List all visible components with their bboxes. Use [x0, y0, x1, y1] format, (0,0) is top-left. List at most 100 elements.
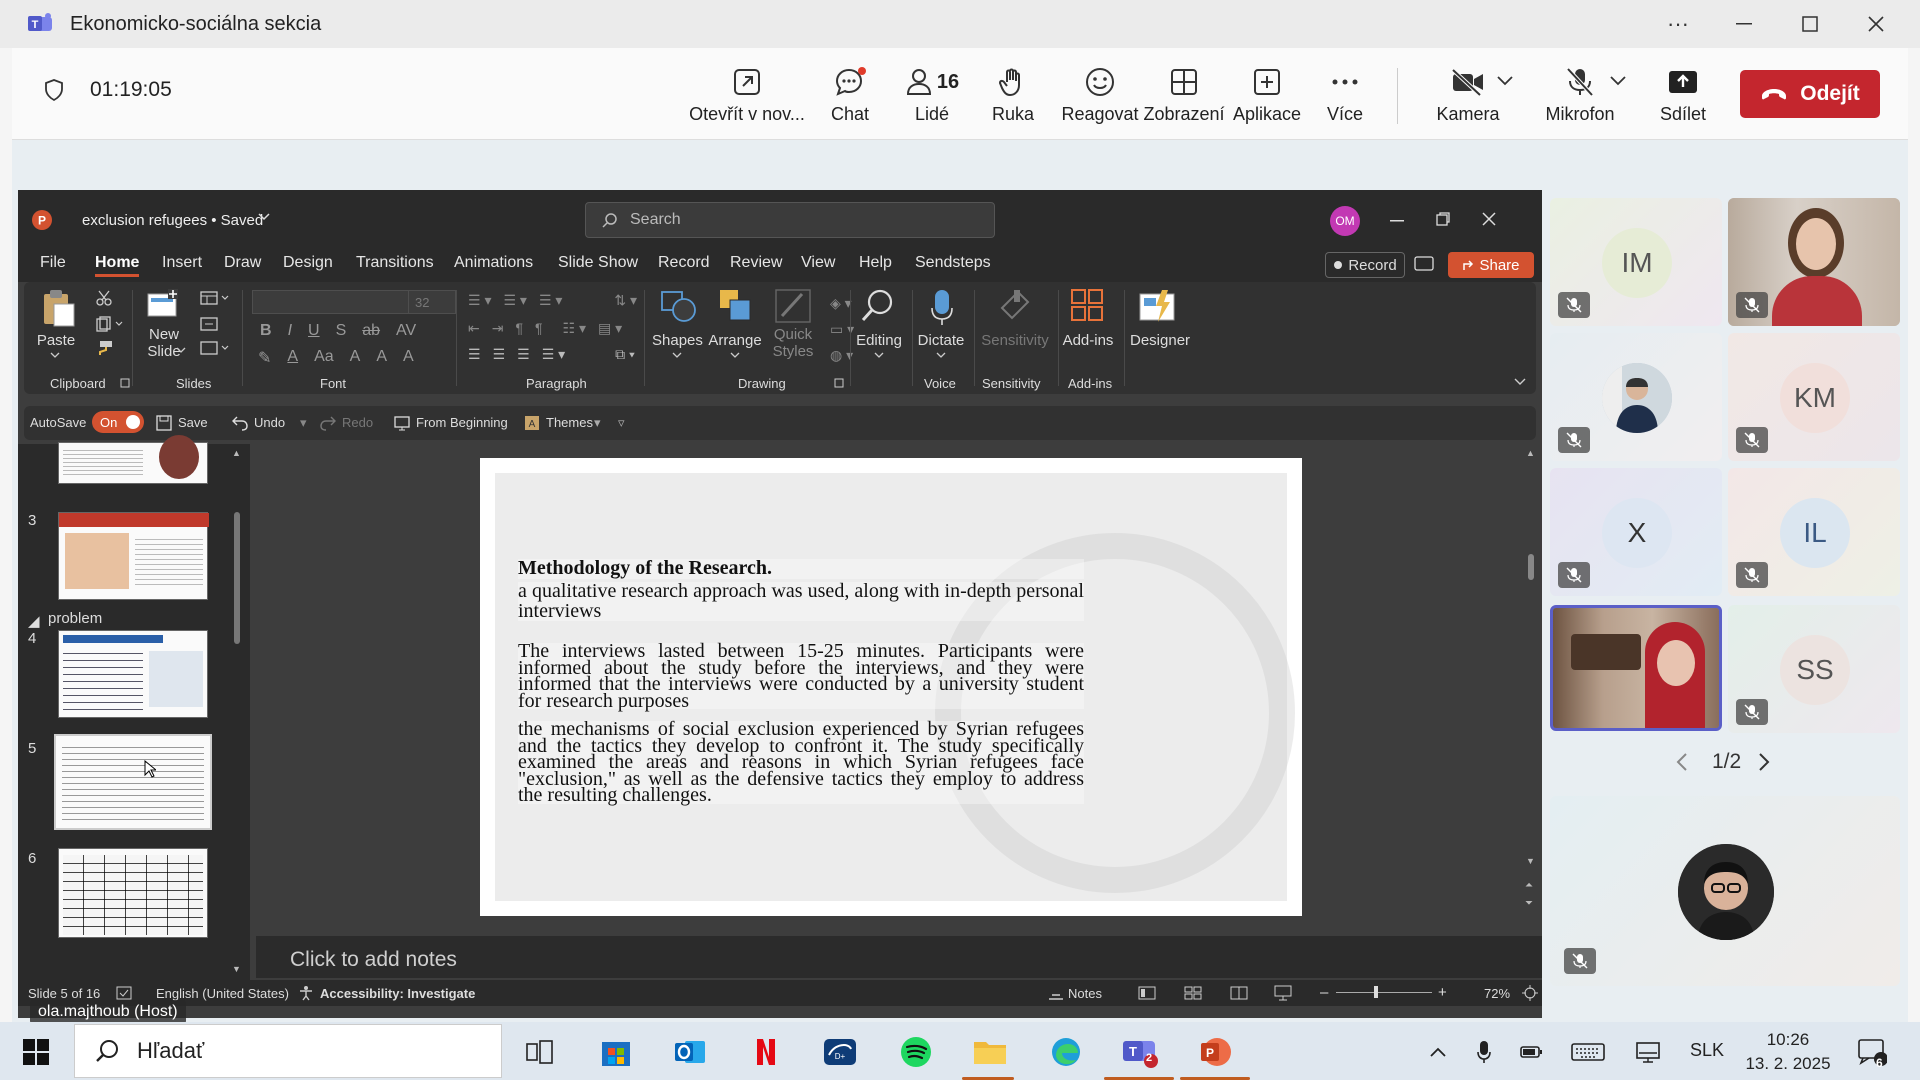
menu-view[interactable]: View [801, 254, 835, 272]
editor-scroll-down-icon[interactable]: ▼ [1526, 856, 1535, 866]
bullets-icon[interactable]: ☰ ▾ [468, 292, 491, 309]
drawing-launcher-icon[interactable] [834, 378, 844, 388]
teams-taskbar-icon[interactable]: T 2 [1120, 1032, 1160, 1072]
notes-toggle-label[interactable]: Notes [1068, 986, 1102, 1001]
menu-home[interactable]: Home [95, 254, 140, 277]
arrange-icon[interactable] [718, 288, 754, 324]
italic-icon[interactable]: I [288, 322, 292, 340]
network-icon[interactable] [1628, 1032, 1668, 1072]
netflix-icon[interactable] [746, 1032, 786, 1072]
editor-scroll-up-icon[interactable]: ▲ [1526, 448, 1535, 458]
camera-options-chevron-icon[interactable] [1496, 74, 1514, 86]
comments-icon[interactable] [1414, 256, 1434, 274]
save-icon[interactable] [156, 415, 172, 431]
decrease-indent-icon[interactable]: ⇤ [468, 320, 480, 337]
file-title[interactable]: exclusion refugees • Saved [82, 212, 263, 229]
from-beginning-icon[interactable] [394, 415, 410, 431]
reading-view-icon[interactable] [1230, 986, 1248, 1000]
justify-icon[interactable]: ☰ ▾ [542, 346, 565, 363]
editing-chevron-icon[interactable] [874, 352, 884, 359]
section-label[interactable]: problem [48, 610, 102, 627]
find-icon[interactable] [860, 288, 896, 324]
underline-icon[interactable]: U [308, 322, 320, 340]
share-button[interactable]: Sdílet [1646, 60, 1720, 132]
more-options-icon[interactable]: ··· [1648, 0, 1708, 48]
text-direction-icon[interactable]: ⇅ ▾ [614, 292, 637, 309]
microphone-button[interactable]: Mikrofon [1532, 60, 1628, 132]
ribbon-collapse-chevron-icon[interactable] [1514, 378, 1526, 386]
addins-icon[interactable] [1070, 288, 1104, 324]
ppt-share-button[interactable]: Share [1448, 252, 1534, 278]
menu-sendsteps[interactable]: Sendsteps [915, 254, 991, 272]
normal-view-icon[interactable] [1138, 986, 1156, 1000]
accessibility-status[interactable]: Accessibility: Investigate [320, 986, 475, 1001]
slide-thumbnail-6[interactable] [58, 848, 208, 938]
char-spacing-icon[interactable]: AV [396, 322, 416, 340]
menu-record[interactable]: Record [658, 254, 710, 272]
participant-tile-ss[interactable]: SS [1728, 605, 1900, 733]
spelling-check-icon[interactable] [116, 985, 132, 1001]
undo-chevron-icon[interactable]: ▾ [300, 415, 307, 431]
format-painter-icon[interactable] [96, 340, 114, 356]
menu-insert[interactable]: Insert [162, 254, 202, 272]
rtl-icon[interactable]: ¶ [535, 320, 543, 337]
input-language[interactable]: SLK [1690, 1040, 1724, 1061]
zoom-level[interactable]: 72% [1484, 986, 1510, 1001]
next-page-chevron-icon[interactable] [1758, 752, 1770, 772]
font-size-select[interactable]: 32 [408, 290, 456, 314]
slide-thumbnail-2[interactable] [58, 435, 208, 484]
slide-thumbnail-4[interactable] [58, 630, 208, 718]
disney-plus-icon[interactable]: D+ [820, 1032, 860, 1072]
menu-transitions[interactable]: Transitions [356, 254, 434, 272]
shadow-icon[interactable]: S [336, 322, 347, 340]
strikethrough-icon[interactable]: ab [362, 322, 380, 340]
zoom-out-icon[interactable]: – [1320, 984, 1328, 1001]
reset-slide-icon[interactable] [200, 316, 218, 332]
ppt-restore-button[interactable] [1436, 212, 1450, 226]
align-right-icon[interactable]: ☰ [517, 346, 530, 363]
slide-paragraph-2[interactable]: The interviews lasted between 15-25 minu… [518, 641, 1084, 711]
arrange-chevron-icon[interactable] [730, 352, 740, 359]
new-slide-icon[interactable] [146, 288, 180, 320]
save-label[interactable]: Save [178, 415, 208, 430]
participant-tile-self[interactable] [1550, 796, 1900, 986]
dictate-mic-icon[interactable] [930, 288, 954, 326]
microsoft-store-icon[interactable] [596, 1032, 636, 1072]
shrink-font-icon[interactable]: A [376, 348, 387, 368]
notes-toggle-icon[interactable] [1048, 986, 1064, 1000]
microphone-in-use-icon[interactable] [1464, 1032, 1504, 1072]
clear-format-icon[interactable]: A [403, 348, 414, 368]
designer-icon[interactable] [1138, 288, 1176, 324]
slide-thumbnail-3[interactable] [58, 512, 209, 600]
participant-tile-video-woman[interactable] [1728, 198, 1900, 326]
cut-icon[interactable] [96, 290, 112, 306]
menu-file[interactable]: File [40, 254, 66, 272]
menu-design[interactable]: Design [283, 254, 333, 272]
slide-thumbnail-5-selected[interactable] [54, 734, 212, 830]
copy-icon[interactable] [96, 316, 124, 332]
keyboard-icon[interactable] [1568, 1032, 1608, 1072]
layout-icon[interactable] [200, 290, 230, 306]
current-slide[interactable]: Methodology of the Research. a qualitati… [480, 458, 1302, 916]
previous-page-chevron-icon[interactable] [1676, 752, 1688, 772]
raise-hand-button[interactable]: Ruka [978, 60, 1048, 132]
slide-sorter-icon[interactable] [1184, 986, 1202, 1000]
themes-label[interactable]: Themes [546, 415, 593, 430]
participant-tile-active-speaker[interactable] [1550, 605, 1722, 731]
leave-button[interactable]: Odejít [1740, 70, 1880, 118]
chat-button[interactable]: Chat [812, 60, 888, 132]
close-button[interactable] [1846, 0, 1906, 48]
zoom-slider[interactable] [1336, 992, 1432, 993]
align-center-icon[interactable]: ☰ [493, 346, 506, 363]
camera-button[interactable]: Kamera [1420, 60, 1516, 132]
highlighter-icon[interactable]: ✎ [258, 348, 271, 368]
slide-title[interactable]: Methodology of the Research. [518, 558, 1084, 579]
accessibility-icon[interactable] [298, 985, 314, 1001]
record-button[interactable]: Record [1325, 252, 1405, 278]
mic-options-chevron-icon[interactable] [1609, 74, 1627, 86]
undo-label[interactable]: Undo [254, 415, 285, 430]
increase-indent-icon[interactable]: ⇥ [492, 320, 504, 337]
menu-help[interactable]: Help [859, 254, 892, 272]
align-left-icon[interactable]: ☰ [468, 346, 481, 363]
dictate-chevron-icon[interactable] [936, 352, 946, 359]
